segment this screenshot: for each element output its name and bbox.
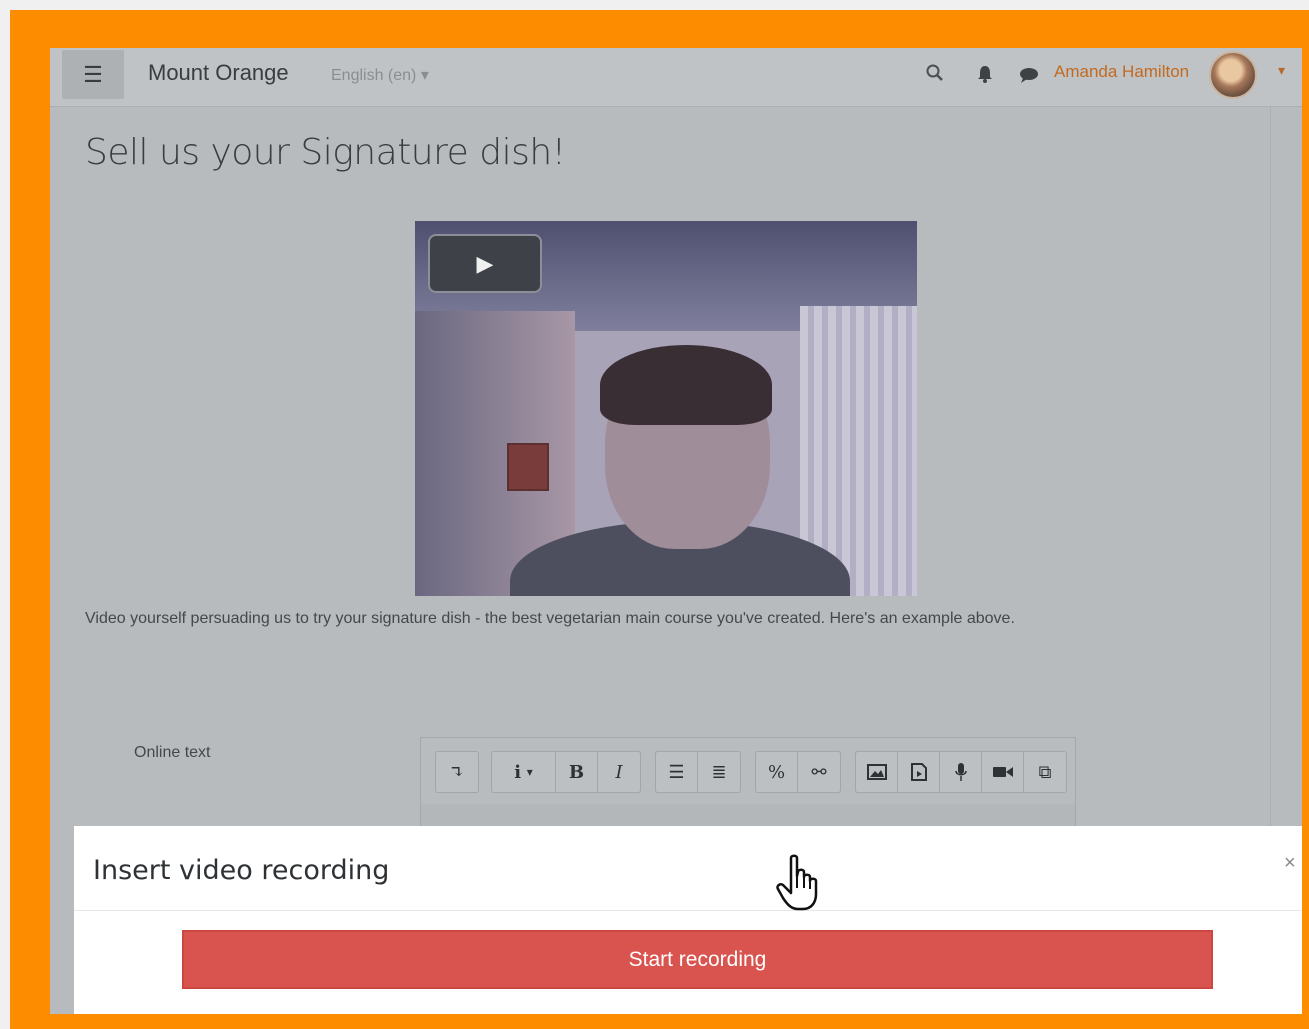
toolbar-group-media: ⧉ [855, 751, 1067, 793]
example-video-player[interactable]: ▶ [415, 221, 917, 596]
orange-frame: ☰ Mount Orange English (en) ▾ Amanda Ham… [10, 10, 1309, 1029]
hand-pointer-cursor-icon [776, 854, 818, 911]
show-more-buttons-icon[interactable]: ↴ [436, 752, 478, 792]
top-navbar: ☰ Mount Orange English (en) ▾ Amanda Ham… [50, 48, 1302, 107]
chevron-down-icon: ▾ [420, 67, 429, 84]
manage-files-icon[interactable]: ⧉ [1024, 752, 1066, 792]
language-menu[interactable]: English (en) ▾ [331, 65, 429, 85]
video-camera-icon[interactable] [982, 752, 1024, 792]
chat-bubble-icon[interactable] [1018, 66, 1040, 84]
video-frame-picture [507, 443, 549, 491]
toolbar-group-links: % ⚯ [755, 751, 841, 793]
close-icon[interactable]: × [1284, 852, 1296, 875]
paragraph-styles-icon[interactable]: i ▾ [492, 752, 556, 792]
language-label: English (en) [331, 67, 417, 84]
insert-video-recording-dialog: Insert video recording × Start recording [74, 826, 1302, 1014]
unlink-icon[interactable]: ⚯ [798, 752, 840, 792]
search-icon[interactable] [925, 63, 945, 83]
editor-toolbar: ↴ i ▾ B I ☰ ≣ % ⚯ ⧉ [421, 738, 1075, 804]
dialog-header: Insert video recording × [74, 826, 1302, 911]
toolbar-group-lists: ☰ ≣ [655, 751, 741, 793]
toolbar-group-toggle: ↴ [435, 751, 479, 793]
italic-icon[interactable]: I [598, 752, 640, 792]
start-recording-button[interactable]: Start recording [182, 930, 1213, 989]
image-icon[interactable] [856, 752, 898, 792]
assignment-description: Video yourself persuading us to try your… [85, 610, 1015, 627]
play-icon: ▶ [476, 250, 494, 276]
toolbar-group-style: i ▾ B I [491, 751, 641, 793]
user-menu-chevron-icon[interactable]: ▾ [1278, 62, 1285, 79]
ordered-list-icon[interactable]: ≣ [698, 752, 740, 792]
media-icon[interactable] [898, 752, 940, 792]
bold-icon[interactable]: B [556, 752, 598, 792]
browser-screen: ☰ Mount Orange English (en) ▾ Amanda Ham… [50, 48, 1302, 1014]
site-name[interactable]: Mount Orange [148, 60, 289, 86]
bell-icon[interactable] [976, 64, 994, 84]
microphone-icon[interactable] [940, 752, 982, 792]
hamburger-menu-icon[interactable]: ☰ [62, 50, 124, 99]
dialog-title: Insert video recording [93, 855, 390, 886]
video-frame-person-hair [600, 345, 772, 425]
avatar[interactable] [1209, 51, 1257, 99]
user-name[interactable]: Amanda Hamilton [1054, 62, 1189, 82]
link-icon[interactable]: % [756, 752, 798, 792]
page-title: Sell us your Signature dish! [85, 132, 566, 173]
unordered-list-icon[interactable]: ☰ [656, 752, 698, 792]
online-text-label: Online text [134, 744, 211, 761]
play-button[interactable]: ▶ [428, 234, 542, 293]
